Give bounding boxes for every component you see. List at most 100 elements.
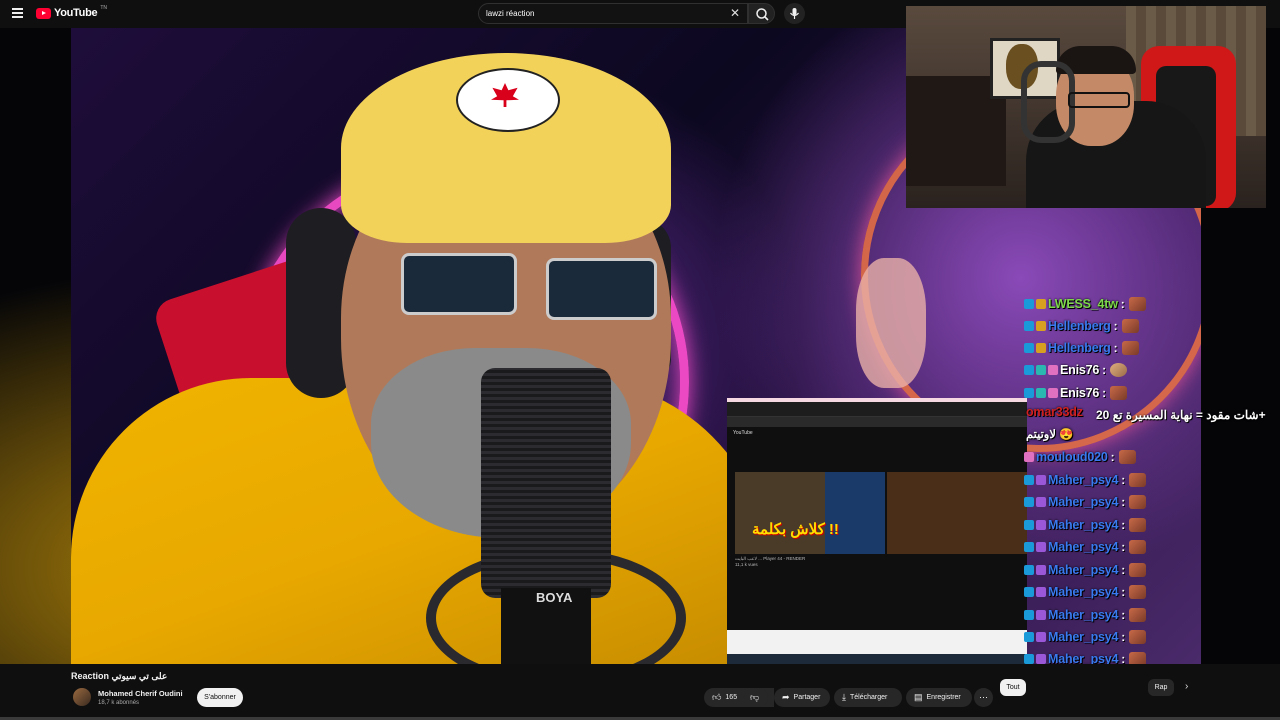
chat-username: mouloud020 bbox=[1036, 450, 1108, 464]
chat-badge-icon bbox=[1036, 632, 1046, 642]
chat-badge-icon bbox=[1024, 299, 1034, 309]
youtube-logo[interactable]: YouTube TN bbox=[36, 5, 107, 19]
chat-username: Maher_psy4 bbox=[1048, 563, 1119, 577]
chat-row: Maher_psy4: bbox=[1024, 515, 1147, 535]
chat-emote-icon bbox=[1129, 652, 1147, 664]
chat-message: لاوتيتم 😍 bbox=[1026, 424, 1073, 444]
chat-badge-icon bbox=[1024, 475, 1034, 485]
chat-badge-icon bbox=[1036, 542, 1046, 552]
subscribe-button[interactable]: S'abonner bbox=[197, 688, 243, 707]
chat-message-text: شات مقود = نهاية المسيرة تع 20+ bbox=[1096, 408, 1266, 422]
chat-colon: : bbox=[1120, 297, 1125, 311]
download-button[interactable]: ⤓ Télécharger bbox=[834, 688, 902, 707]
chat-emote-icon bbox=[1121, 341, 1139, 355]
chip-all[interactable]: Tout bbox=[1000, 679, 1026, 696]
chat-badge-icon bbox=[1036, 388, 1046, 398]
chat-username: Maher_psy4 bbox=[1048, 473, 1119, 487]
save-label: Enregistrer bbox=[926, 694, 961, 701]
chat-emote-icon bbox=[1129, 630, 1147, 644]
search-icon bbox=[756, 8, 769, 21]
chat-emote-icon bbox=[1118, 450, 1136, 464]
embedded-youtube-logo: YouTube bbox=[733, 430, 753, 436]
chat-colon: : bbox=[1110, 450, 1115, 464]
embedded-thumbnail-text: كلاش بكلمة !! bbox=[752, 521, 839, 538]
clear-icon[interactable]: ✕ bbox=[730, 7, 740, 20]
chat-badge-icon bbox=[1024, 388, 1034, 398]
chat-badge-icon bbox=[1036, 654, 1046, 664]
chevron-right-icon[interactable]: › bbox=[1185, 681, 1188, 692]
thumbs-up-icon: 👍︎ bbox=[712, 692, 722, 702]
voice-search-button[interactable] bbox=[784, 3, 805, 24]
logo-text: YouTube bbox=[54, 7, 98, 19]
chat-username: omar33dz bbox=[1026, 405, 1083, 419]
chat-row: Maher_psy4: bbox=[1024, 492, 1147, 512]
save-button[interactable]: ▤ Enregistrer bbox=[906, 688, 972, 707]
chat-colon: : bbox=[1121, 540, 1126, 554]
chat-badge-icon bbox=[1036, 299, 1046, 309]
chat-badge-icon bbox=[1024, 632, 1034, 642]
chat-username: Enis76 bbox=[1060, 386, 1100, 400]
microphone bbox=[481, 368, 611, 598]
chat-badge-icon bbox=[1036, 321, 1046, 331]
chat-row: Maher_psy4: bbox=[1024, 560, 1147, 580]
chat-badge-icon bbox=[1024, 365, 1034, 375]
chat-colon: : bbox=[1121, 652, 1126, 664]
chat-badge-icon bbox=[1048, 388, 1058, 398]
chat-username: Maher_psy4 bbox=[1048, 540, 1119, 554]
chat-row: Hellenberg: bbox=[1024, 316, 1139, 336]
subscriber-count: 18,7 k abonnés bbox=[98, 700, 140, 706]
sunglasses-left-lens bbox=[401, 253, 517, 315]
embedded-thumbnail bbox=[735, 472, 885, 554]
video-info-bar: Reaction على تي سيوتي Mohamed Cherif Oud… bbox=[0, 664, 1280, 720]
channel-avatar[interactable] bbox=[73, 688, 91, 706]
chat-emote-icon bbox=[1110, 386, 1128, 400]
embedded-meta-line: 11,1 k vues bbox=[735, 562, 758, 567]
channel-name[interactable]: Mohamed Cherif Oudini bbox=[98, 689, 183, 698]
chat-badge-icon bbox=[1024, 520, 1034, 530]
embedded-video-meta: لاعب البايت ... Player 44 - RENDER 11,1 … bbox=[735, 556, 805, 568]
chat-colon: : bbox=[1121, 608, 1126, 622]
save-playlist-icon: ▤ bbox=[914, 692, 923, 702]
chat-username: Maher_psy4 bbox=[1048, 652, 1119, 664]
chat-badge-icon bbox=[1024, 497, 1034, 507]
chat-colon: : bbox=[1121, 585, 1126, 599]
chat-colon: : bbox=[1121, 630, 1126, 644]
chat-badge-icon bbox=[1024, 321, 1034, 331]
search-button[interactable] bbox=[748, 3, 775, 24]
chat-username: LWESS_4tw bbox=[1048, 297, 1118, 311]
search-input[interactable]: lawzi réaction ✕ bbox=[478, 3, 748, 24]
share-button[interactable]: ➦ Partager bbox=[774, 688, 830, 707]
chat-colon: : bbox=[1121, 473, 1126, 487]
chat-emote-icon bbox=[1110, 363, 1128, 377]
share-icon: ➦ bbox=[782, 692, 790, 702]
youtube-play-icon bbox=[36, 7, 51, 19]
chip-rap[interactable]: Rap bbox=[1148, 679, 1174, 696]
microphone-brand: BOYA bbox=[536, 590, 573, 605]
chat-badge-icon bbox=[1024, 587, 1034, 597]
embedded-page-section bbox=[727, 630, 1027, 654]
menu-icon[interactable] bbox=[12, 8, 23, 18]
more-actions-button[interactable]: ⋯ bbox=[974, 688, 993, 707]
chat-badge-icon bbox=[1036, 497, 1046, 507]
more-icon: ⋯ bbox=[979, 692, 988, 702]
chat-badge-icon bbox=[1036, 520, 1046, 530]
chat-row: Maher_psy4: bbox=[1024, 582, 1147, 602]
stream-chat-overlay: LWESS_4tw: Hellenberg: Hellenberg: Enis76: E… bbox=[1024, 256, 1266, 664]
chat-badge-icon bbox=[1036, 610, 1046, 620]
chat-row: Maher_psy4: bbox=[1024, 470, 1147, 490]
chat-row: Enis76: bbox=[1024, 360, 1128, 380]
chat-emote-icon bbox=[1129, 540, 1147, 554]
dislike-button[interactable]: 👎︎ bbox=[744, 688, 768, 707]
chat-colon: : bbox=[1121, 563, 1126, 577]
chat-badge-icon bbox=[1024, 343, 1034, 353]
chat-emote-icon bbox=[1129, 608, 1147, 622]
chat-badge-icon bbox=[1024, 452, 1034, 462]
chat-row: Maher_psy4: bbox=[1024, 605, 1147, 625]
embedded-address-bar bbox=[727, 417, 1027, 427]
webcam-overlay bbox=[906, 6, 1266, 208]
chat-row: Maher_psy4: bbox=[1024, 627, 1147, 647]
chat-badge-icon bbox=[1036, 343, 1046, 353]
chat-badge-icon bbox=[1036, 365, 1046, 375]
chat-emote-icon bbox=[1128, 297, 1146, 311]
chat-emote-icon bbox=[1121, 319, 1139, 333]
